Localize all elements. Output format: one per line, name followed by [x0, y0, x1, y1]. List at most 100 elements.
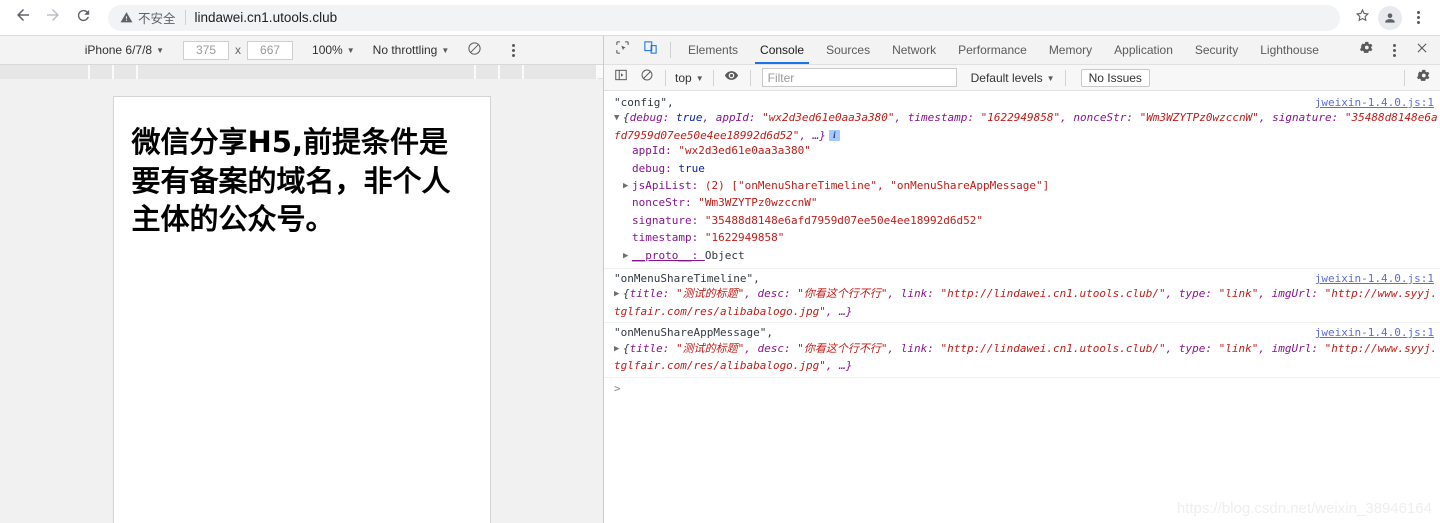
- back-button[interactable]: [8, 3, 38, 33]
- console-object-property[interactable]: debug: true: [614, 161, 1440, 178]
- property-value: Object: [704, 248, 745, 262]
- chevron-down-icon[interactable]: ▼: [614, 111, 623, 126]
- live-expression-button[interactable]: [719, 67, 745, 89]
- chevron-right-icon[interactable]: ▶: [614, 342, 623, 357]
- close-icon: [1415, 41, 1429, 60]
- preview-token: , imgUrl:: [1258, 341, 1325, 355]
- property-key: __proto__:: [632, 248, 705, 262]
- console-message[interactable]: jweixin-1.4.0.js:1 "onMenuShareAppMessage…: [604, 323, 1440, 378]
- console-object-property[interactable]: signature: "35488d8148e6afd7959d07ee50e4…: [614, 213, 1440, 230]
- console-settings-button[interactable]: [1410, 67, 1436, 89]
- forward-button[interactable]: [38, 3, 68, 33]
- console-filter-input[interactable]: Filter: [761, 68, 957, 87]
- property-indent: [623, 196, 632, 211]
- tab-label: Memory: [1048, 43, 1093, 57]
- viewport-width-input[interactable]: 375: [183, 40, 230, 60]
- preview-token: "http://lindawei.cn1.utools.club/": [940, 341, 1166, 355]
- device-viewport-stage: 微信分享H5,前提条件是要有备案的域名，非个人主体的公众号。: [0, 79, 603, 523]
- tab-performance[interactable]: Performance: [947, 36, 1038, 64]
- preview-token: "Wm3WZYTPz0wzccnW": [1139, 111, 1259, 125]
- console-message[interactable]: jweixin-1.4.0.js:1 "config", ▼ {debug: true…: [604, 93, 1440, 270]
- devtools-settings-button[interactable]: [1352, 40, 1380, 60]
- ruler-segment: [476, 65, 500, 79]
- devtools-close-button[interactable]: [1408, 41, 1436, 60]
- tab-label: Sources: [826, 43, 871, 57]
- tab-lighthouse[interactable]: Lighthouse: [1249, 36, 1330, 64]
- reload-button[interactable]: [68, 3, 98, 33]
- tab-label: Console: [760, 43, 805, 57]
- console-message-list[interactable]: jweixin-1.4.0.js:1 "config", ▼ {debug: true…: [604, 91, 1440, 523]
- object-brace: {: [623, 287, 630, 301]
- console-object-preview[interactable]: ▼ {debug: true, appId: "wx2d3ed61e0aa3a38…: [614, 110, 1440, 143]
- property-value: "35488d8148e6afd7959d07ee50e4ee18992d6d5…: [704, 213, 984, 227]
- issues-button[interactable]: No Issues: [1080, 68, 1150, 87]
- viewport-height-input[interactable]: 667: [247, 40, 294, 60]
- console-object-property[interactable]: nonceStr: "Wm3WZYTPz0wzccnW": [614, 195, 1440, 212]
- log-levels-select[interactable]: Default levels ▼: [971, 71, 1055, 85]
- tab-network[interactable]: Network: [881, 36, 947, 64]
- zoom-level-label: 100%: [312, 43, 343, 57]
- ruler-segment: [138, 65, 476, 79]
- rotate-device-button[interactable]: [467, 41, 482, 59]
- console-message-source-link[interactable]: jweixin-1.4.0.js:1: [1315, 95, 1434, 110]
- tab-security[interactable]: Security: [1184, 36, 1249, 64]
- throttling-select[interactable]: No throttling ▼: [369, 41, 454, 59]
- chevron-right-icon[interactable]: ▶: [623, 179, 632, 194]
- console-object-preview[interactable]: ▶ {title: "测试的标题", desc: "你看这个行不行", link:…: [614, 286, 1440, 319]
- device-more-options-button[interactable]: [504, 43, 522, 57]
- preview-token: , desc:: [744, 341, 798, 355]
- browser-menu-button[interactable]: [1404, 4, 1432, 32]
- chevron-right-icon[interactable]: ▶: [623, 249, 632, 264]
- info-badge-icon[interactable]: i: [828, 130, 840, 142]
- console-sidebar-button[interactable]: [608, 67, 634, 89]
- profile-button[interactable]: [1376, 4, 1404, 32]
- property-key: nonceStr:: [632, 196, 699, 210]
- tab-elements[interactable]: Elements: [677, 36, 749, 64]
- toolbar-divider: [749, 69, 751, 86]
- console-object-property[interactable]: timestamp: "1622949858": [614, 230, 1440, 247]
- devtools-more-button[interactable]: [1380, 43, 1408, 57]
- console-object-property[interactable]: ▶ jsApiList: (2) ["onMenuShareTimeline", …: [614, 178, 1440, 195]
- preview-token: , signature:: [1258, 111, 1345, 125]
- emulated-page-frame[interactable]: 微信分享H5,前提条件是要有备案的域名，非个人主体的公众号。: [113, 97, 490, 523]
- property-indent: [623, 214, 632, 229]
- preview-token: title:: [629, 287, 676, 301]
- preview-token: "wx2d3ed61e0aa3a380": [762, 111, 895, 125]
- preview-token: "测试的标题": [675, 287, 745, 301]
- console-object-property[interactable]: appId: "wx2d3ed61e0aa3a380": [614, 143, 1440, 160]
- chevron-right-icon[interactable]: ▶: [614, 287, 623, 302]
- console-prompt[interactable]: >: [604, 378, 1440, 395]
- console-message-source-link[interactable]: jweixin-1.4.0.js:1: [1315, 325, 1434, 340]
- viewport-height-value: 667: [260, 43, 281, 57]
- rotate-device-icon: [467, 41, 482, 59]
- devtools-panel: Elements Console Sources Network Perform…: [604, 36, 1440, 523]
- property-key: debug:: [632, 161, 679, 175]
- inspect-element-button[interactable]: [608, 36, 636, 64]
- ruler-segment: [114, 65, 138, 79]
- execution-context-select[interactable]: top ▼: [671, 71, 708, 85]
- console-object-preview[interactable]: ▶ {title: "测试的标题", desc: "你看这个行不行", link:…: [614, 341, 1440, 374]
- toggle-device-toolbar-button[interactable]: [636, 36, 664, 64]
- tab-sources[interactable]: Sources: [815, 36, 881, 64]
- tab-memory[interactable]: Memory: [1038, 36, 1103, 64]
- viewport-width-value: 375: [196, 43, 217, 57]
- console-object-property[interactable]: ▶ __proto__: Object: [614, 248, 1440, 265]
- security-indicator[interactable]: 不安全: [120, 8, 176, 27]
- devtools-tabbar-actions: [1335, 36, 1440, 64]
- tab-application[interactable]: Application: [1103, 36, 1184, 64]
- url-text[interactable]: lindawei.cn1.utools.club: [195, 10, 338, 25]
- zoom-select[interactable]: 100% ▼: [308, 41, 359, 59]
- preview-token: "你看这个行不行": [797, 341, 888, 355]
- console-prompt-caret: >: [614, 381, 621, 395]
- devtools-tabs: Elements Console Sources Network Perform…: [677, 36, 1330, 64]
- clear-console-button[interactable]: [634, 67, 660, 89]
- tab-console[interactable]: Console: [749, 36, 815, 64]
- preview-token: , imgUrl:: [1258, 287, 1325, 301]
- property-value: "Wm3WZYTPz0wzccnW": [698, 196, 818, 210]
- console-message[interactable]: jweixin-1.4.0.js:1 "onMenuShareTimeline",…: [604, 269, 1440, 324]
- device-toolbar: iPhone 6/7/8 ▼ 375 x 667 100% ▼ No throt…: [0, 36, 603, 65]
- bookmark-button[interactable]: [1348, 4, 1376, 32]
- device-select[interactable]: iPhone 6/7/8 ▼: [81, 41, 168, 59]
- console-message-source-link[interactable]: jweixin-1.4.0.js:1: [1315, 271, 1434, 286]
- address-bar[interactable]: 不安全 lindawei.cn1.utools.club: [108, 4, 1340, 31]
